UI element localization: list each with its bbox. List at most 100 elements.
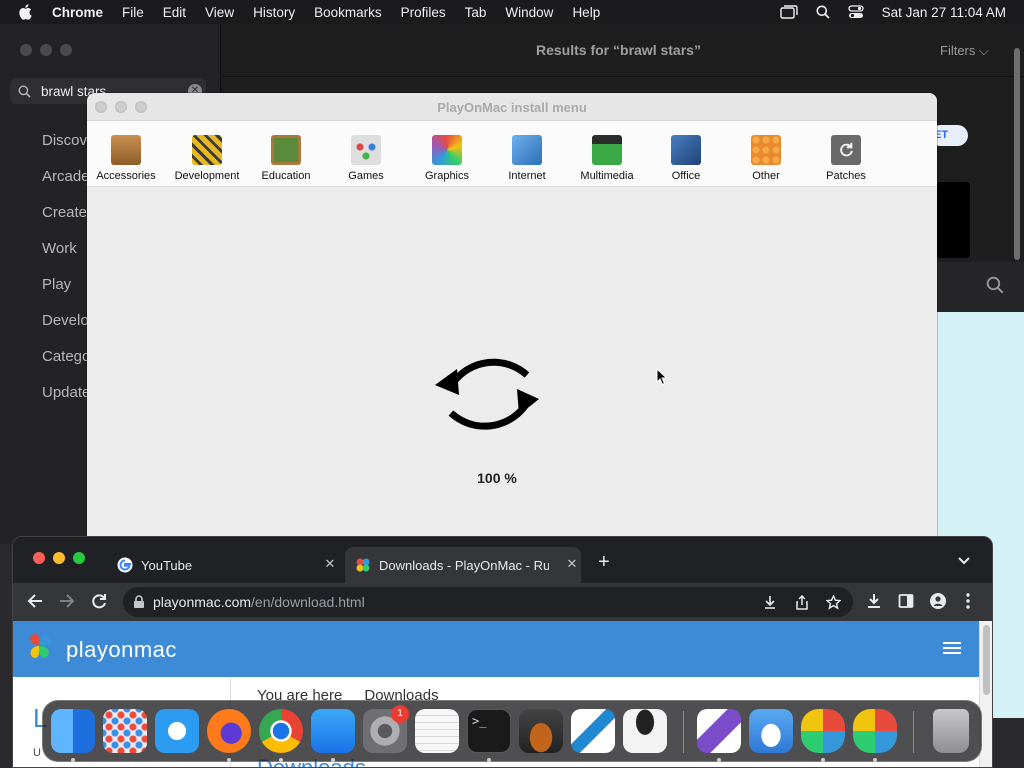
results-title: Results for “brawl stars” xyxy=(536,42,701,58)
sidebar-item-arcade[interactable]: Arcade xyxy=(42,168,90,204)
textedit-icon[interactable] xyxy=(415,709,459,753)
spotlight-search-icon[interactable] xyxy=(816,5,830,19)
filters-label: Filters xyxy=(940,43,976,58)
side-panel-icon[interactable] xyxy=(898,593,914,612)
finder-icon[interactable] xyxy=(51,709,95,753)
profile-icon[interactable] xyxy=(930,593,946,612)
progress-percent: 100 % xyxy=(477,470,517,486)
minimize-button[interactable] xyxy=(53,552,65,564)
menu-edit[interactable]: Edit xyxy=(163,5,186,20)
sidebar-item-discover[interactable]: Discov xyxy=(42,132,90,168)
install-app-icon[interactable] xyxy=(763,595,777,612)
site-brand[interactable]: playonmac xyxy=(66,637,177,663)
visual-studio-icon[interactable] xyxy=(697,709,741,753)
category-label: Development xyxy=(174,170,240,182)
minimize-button[interactable] xyxy=(40,44,52,56)
category-other[interactable]: Other xyxy=(726,135,806,182)
chrome-icon[interactable] xyxy=(259,709,303,753)
menu-history[interactable]: History xyxy=(253,5,295,20)
category-multimedia[interactable]: Multimedia xyxy=(567,135,647,182)
close-tab-icon[interactable]: ✕ xyxy=(563,556,581,572)
running-indicator xyxy=(331,758,335,762)
weather-icon[interactable] xyxy=(749,709,793,753)
more-menu-icon[interactable] xyxy=(966,593,970,612)
launchpad-icon[interactable] xyxy=(103,709,147,753)
firefox-icon[interactable] xyxy=(207,709,251,753)
control-center-icon[interactable] xyxy=(848,5,864,19)
sidebar-item-develop[interactable]: Develo xyxy=(42,312,90,348)
menu-help[interactable]: Help xyxy=(572,5,600,20)
tab-downloads-playonmac[interactable]: Downloads - PlayOnMac - Run ✕ xyxy=(345,547,581,583)
url-path: /en/download.html xyxy=(251,594,365,610)
downloads-icon[interactable] xyxy=(866,593,882,612)
address-bar[interactable]: playonmac.com/en/download.html xyxy=(123,587,853,617)
category-games[interactable]: Games xyxy=(326,135,406,182)
zoom-button[interactable] xyxy=(60,44,72,56)
playonmac-logo-icon[interactable] xyxy=(25,631,55,664)
menu-window[interactable]: Window xyxy=(505,5,553,20)
running-indicator xyxy=(71,758,75,762)
bookmark-star-icon[interactable] xyxy=(825,594,842,613)
category-graphics[interactable]: Graphics xyxy=(407,135,487,182)
playonmac-icon[interactable] xyxy=(801,709,845,753)
bartender-icon[interactable] xyxy=(623,709,667,753)
color-wheel-icon xyxy=(432,135,462,165)
menu-app-name[interactable]: Chrome xyxy=(52,5,103,20)
close-button[interactable] xyxy=(33,552,45,564)
category-label: Games xyxy=(348,170,384,182)
filters-button[interactable]: Filters ⌵ xyxy=(940,43,989,59)
sidebar-item-play[interactable]: Play xyxy=(42,276,90,312)
close-button[interactable] xyxy=(20,44,32,56)
search-icon[interactable] xyxy=(986,276,1004,297)
trash-icon[interactable] xyxy=(933,709,969,753)
vscode-icon[interactable] xyxy=(571,709,615,753)
menu-clock[interactable]: Sat Jan 27 11:04 AM xyxy=(882,5,1006,20)
screen-mirroring-icon[interactable] xyxy=(779,5,798,19)
garageband-icon[interactable] xyxy=(519,709,563,753)
zoom-button[interactable] xyxy=(73,552,85,564)
tab-title: YouTube xyxy=(141,557,193,573)
sidebar-item-updates[interactable]: Update xyxy=(42,384,90,420)
close-tab-icon[interactable]: ✕ xyxy=(321,556,339,572)
playonmac-2-icon[interactable] xyxy=(853,709,897,753)
loading-spinner-icon xyxy=(423,339,551,452)
scrollbar[interactable] xyxy=(1014,48,1020,260)
lock-icon[interactable] xyxy=(133,595,145,612)
window-controls xyxy=(20,44,72,56)
share-icon[interactable] xyxy=(795,594,809,613)
back-arrow-icon[interactable] xyxy=(26,592,44,613)
hamburger-menu-icon[interactable] xyxy=(943,641,961,658)
refresh-icon xyxy=(831,135,861,165)
category-office[interactable]: Office xyxy=(646,135,726,182)
category-accessories[interactable]: Accessories xyxy=(87,135,166,182)
dock-separator xyxy=(683,711,684,753)
menu-view[interactable]: View xyxy=(205,5,234,20)
category-label: Other xyxy=(752,170,780,182)
menu-file[interactable]: File xyxy=(122,5,144,20)
menu-bookmarks[interactable]: Bookmarks xyxy=(314,5,382,20)
category-patches[interactable]: Patches xyxy=(806,135,886,182)
category-development[interactable]: Development xyxy=(167,135,247,182)
menu-profiles[interactable]: Profiles xyxy=(401,5,446,20)
sidebar-item-create[interactable]: Create xyxy=(42,204,90,240)
reload-icon[interactable] xyxy=(90,592,108,613)
playonmac-install-window: PlayOnMac install menu Accessories Devel… xyxy=(87,93,937,538)
chrome-toolbar: playonmac.com/en/download.html xyxy=(13,583,992,621)
chevron-down-icon: ⌵ xyxy=(979,43,989,58)
tab-youtube[interactable]: YouTube ✕ xyxy=(117,547,339,583)
tab-title: Downloads - PlayOnMac - Run xyxy=(379,557,549,573)
category-internet[interactable]: Internet xyxy=(487,135,567,182)
apple-icon[interactable] xyxy=(18,0,36,24)
scrollbar-thumb[interactable] xyxy=(983,625,990,695)
dock-separator xyxy=(913,711,914,753)
app-store-icon[interactable] xyxy=(311,709,355,753)
menu-tab[interactable]: Tab xyxy=(465,5,487,20)
safari-icon[interactable] xyxy=(155,709,199,753)
category-education[interactable]: Education xyxy=(246,135,326,182)
tab-search-chevron-icon[interactable] xyxy=(958,553,970,568)
forward-arrow-icon[interactable] xyxy=(58,592,76,613)
new-tab-button[interactable]: + xyxy=(598,551,610,574)
sidebar-item-categories[interactable]: Catego xyxy=(42,348,90,384)
sidebar-item-work[interactable]: Work xyxy=(42,240,90,276)
terminal-icon[interactable]: >_ xyxy=(467,709,511,753)
